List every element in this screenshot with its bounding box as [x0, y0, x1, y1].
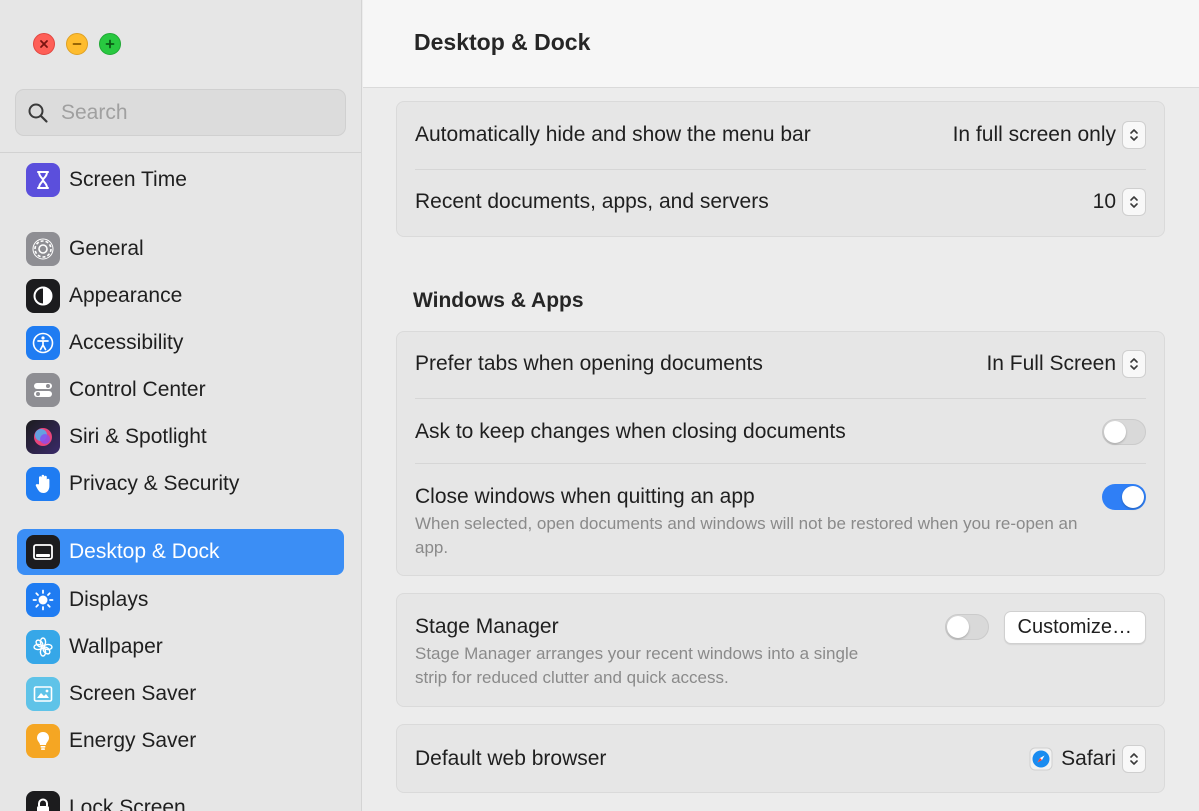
toolbar: Desktop & Dock	[363, 0, 1199, 88]
sidebar-item-label: Privacy & Security	[69, 472, 240, 495]
search-icon	[28, 103, 48, 123]
sidebar-item-energy-saver[interactable]: Energy Saver	[17, 718, 344, 764]
flower-icon	[26, 630, 60, 664]
sidebar-item-label: Appearance	[69, 284, 183, 307]
prefer-tabs-label: Prefer tabs when opening documents	[415, 352, 763, 375]
prefer-tabs-value: In Full Screen	[986, 352, 1116, 375]
menu-bar-row: Automatically hide and show the menu bar…	[415, 116, 1146, 154]
sidebar-item-label: Wallpaper	[69, 635, 163, 658]
customize-button[interactable]: Customize…	[1003, 610, 1146, 644]
sidebar-item-label: Control Center	[69, 378, 206, 401]
sidebar-item-label: Lock Screen	[69, 796, 186, 811]
hourglass-icon	[26, 163, 60, 197]
gear-icon	[26, 232, 60, 266]
close-icon	[40, 40, 48, 48]
sidebar-item-label: General	[69, 237, 144, 260]
sidebar-item-lock-screen[interactable]: Lock Screen	[17, 785, 344, 811]
minimize-icon	[72, 43, 82, 45]
default-browser-row: Default web browser Safari	[415, 740, 1146, 778]
row-divider	[415, 169, 1146, 170]
lock-icon	[26, 791, 60, 811]
toggle-knob	[1104, 421, 1126, 443]
accessibility-icon	[26, 326, 60, 360]
screen-saver-icon	[26, 677, 60, 711]
search-input[interactable]	[61, 100, 321, 125]
windows-apps-group: Prefer tabs when opening documents In Fu…	[396, 331, 1165, 576]
stage-manager-toggle[interactable]	[944, 614, 989, 640]
recent-items-label: Recent documents, apps, and servers	[415, 190, 769, 213]
toggle-knob	[946, 616, 969, 638]
sidebar-divider	[0, 152, 361, 153]
ask-keep-changes-label: Ask to keep changes when closing documen…	[415, 420, 846, 443]
ask-keep-changes-toggle[interactable]	[1102, 419, 1146, 445]
zoom-window-button[interactable]	[99, 33, 121, 55]
search-field[interactable]	[15, 89, 346, 136]
recent-items-row: Recent documents, apps, and servers 10	[415, 183, 1146, 221]
close-windows-row: Close windows when quitting an app	[415, 478, 1146, 516]
menu-bar-value: In full screen only	[952, 123, 1116, 146]
row-divider	[415, 398, 1146, 399]
page-title: Desktop & Dock	[414, 29, 591, 55]
main-content: Desktop & Dock Automatically hide and sh…	[363, 0, 1199, 811]
menu-bar-settings-group: Automatically hide and show the menu bar…	[396, 101, 1165, 237]
close-window-button[interactable]	[33, 33, 55, 55]
stage-manager-controls: Customize…	[944, 610, 1146, 644]
minimize-window-button[interactable]	[66, 33, 88, 55]
hand-icon	[26, 467, 60, 501]
close-windows-description: When selected, open documents and window…	[415, 514, 1078, 557]
windows-apps-section-title: Windows & Apps	[413, 289, 584, 312]
close-windows-label: Close windows when quitting an app	[415, 485, 755, 508]
default-browser-label: Default web browser	[415, 747, 607, 770]
appearance-icon	[26, 279, 60, 313]
chevron-up-down-icon	[1122, 350, 1146, 378]
ask-keep-changes-row: Ask to keep changes when closing documen…	[415, 413, 1146, 451]
dock-icon	[26, 535, 60, 569]
zoom-icon	[105, 39, 115, 49]
sidebar-item-wallpaper[interactable]: Wallpaper	[17, 624, 344, 670]
stage-manager-description: Stage Manager arranges your recent windo…	[415, 644, 859, 687]
siri-icon	[26, 420, 60, 454]
sidebar-item-privacy-security[interactable]: Privacy & Security	[17, 461, 344, 507]
sidebar-item-label: Desktop & Dock	[69, 540, 220, 563]
recent-items-value: 10	[1092, 190, 1116, 213]
sidebar-item-siri-spotlight[interactable]: Siri & Spotlight	[17, 414, 344, 460]
sidebar-item-label: Energy Saver	[69, 729, 197, 752]
sidebar-item-displays[interactable]: Displays	[17, 577, 344, 623]
sidebar-item-label: Displays	[69, 588, 149, 611]
prefer-tabs-row: Prefer tabs when opening documents In Fu…	[415, 345, 1146, 383]
stage-manager-row: Stage Manager Customize…	[415, 609, 1146, 645]
sidebar-item-screen-saver[interactable]: Screen Saver	[17, 671, 344, 717]
sidebar-item-label: Siri & Spotlight	[69, 425, 207, 448]
prefer-tabs-popup[interactable]: In Full Screen	[986, 350, 1146, 378]
sidebar-item-label: Accessibility	[69, 331, 184, 354]
recent-items-popup[interactable]: 10	[1093, 188, 1146, 216]
chevron-up-down-icon	[1122, 121, 1146, 149]
menu-bar-popup[interactable]: In full screen only	[953, 121, 1146, 149]
menu-bar-label: Automatically hide and show the menu bar	[415, 123, 811, 146]
safari-icon	[1029, 747, 1053, 771]
sidebar-item-screen-time[interactable]: Screen Time	[17, 157, 344, 203]
row-divider	[415, 463, 1146, 464]
stage-manager-group: Stage Manager Customize… Stage Manager a…	[396, 593, 1165, 707]
stage-manager-label: Stage Manager	[415, 615, 559, 638]
sidebar-item-label: Screen Saver	[69, 682, 197, 705]
sidebar: Screen Time General Appearance Accessibi…	[0, 0, 362, 811]
control-center-icon	[26, 373, 60, 407]
default-browser-popup[interactable]: Safari	[1029, 745, 1146, 773]
default-browser-value: Safari	[1061, 747, 1116, 770]
sidebar-item-control-center[interactable]: Control Center	[17, 367, 344, 413]
toggle-knob	[1122, 486, 1144, 508]
sidebar-item-appearance[interactable]: Appearance	[17, 273, 344, 319]
sidebar-item-general[interactable]: General	[17, 226, 344, 272]
lightbulb-icon	[26, 724, 60, 758]
sidebar-item-desktop-dock[interactable]: Desktop & Dock	[17, 529, 344, 575]
chevron-up-down-icon	[1122, 188, 1146, 216]
window-controls	[33, 33, 121, 55]
chevron-up-down-icon	[1122, 745, 1146, 773]
sidebar-item-label: Screen Time	[69, 168, 187, 191]
default-browser-group: Default web browser Safari	[396, 724, 1165, 793]
close-windows-toggle[interactable]	[1102, 484, 1146, 510]
sun-icon	[26, 583, 60, 617]
sidebar-item-accessibility[interactable]: Accessibility	[17, 320, 344, 366]
